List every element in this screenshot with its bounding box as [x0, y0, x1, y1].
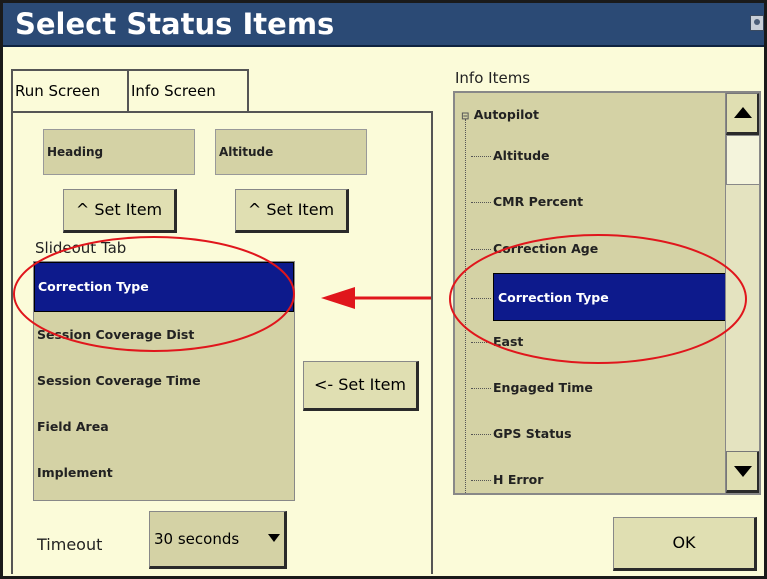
tree-item[interactable]: CMR Percent: [471, 194, 583, 209]
slideout-tab-label: Slideout Tab: [35, 239, 127, 257]
tab-run-screen[interactable]: Run Screen: [11, 69, 129, 111]
list-item[interactable]: Field Area: [34, 404, 294, 450]
list-item[interactable]: Session Coverage Time: [34, 358, 294, 404]
arrow-up-icon: [734, 107, 752, 118]
run-screen-panel: Heading Altitude ^ Set Item ^ Set Item S…: [11, 111, 433, 574]
list-item-selected[interactable]: Correction Type: [34, 262, 294, 312]
scroll-down-button[interactable]: [726, 451, 759, 493]
info-items-label: Info Items: [455, 69, 531, 87]
tree-connector: [465, 119, 466, 493]
tree-node-autopilot[interactable]: ⊟ Autopilot: [461, 107, 539, 122]
dialog-content: Run Screen Info Screen Heading Altitude …: [3, 49, 764, 576]
status-slot-altitude[interactable]: Altitude: [215, 129, 367, 175]
ok-button[interactable]: OK: [613, 517, 757, 571]
tree-item[interactable]: H Error: [471, 472, 543, 487]
slideout-list[interactable]: Correction Type Session Coverage Dist Se…: [33, 261, 295, 501]
status-slot-heading[interactable]: Heading: [43, 129, 195, 175]
tree-scrollbar[interactable]: [725, 93, 759, 493]
list-item[interactable]: Implement: [34, 450, 294, 496]
tab-info-screen[interactable]: Info Screen: [127, 69, 249, 111]
timeout-value: 30 seconds: [154, 530, 240, 548]
set-item-button-right-slot[interactable]: ^ Set Item: [235, 189, 349, 233]
timeout-dropdown[interactable]: 30 seconds: [149, 511, 287, 569]
list-item[interactable]: Session Coverage Dist: [34, 312, 294, 358]
tree-item-selected[interactable]: Correction Type: [471, 273, 727, 321]
tree-item[interactable]: Engaged Time: [471, 380, 593, 395]
set-item-button-transfer[interactable]: <- Set Item: [303, 361, 419, 411]
set-item-button-left-slot[interactable]: ^ Set Item: [63, 189, 177, 233]
collapse-icon: ⊟: [461, 111, 470, 122]
camera-icon[interactable]: [750, 15, 764, 31]
title-bar: Select Status Items: [3, 3, 764, 47]
tree-item[interactable]: Correction Age: [471, 241, 598, 256]
scrollbar-thumb[interactable]: [726, 135, 759, 185]
timeout-label: Timeout: [37, 535, 103, 554]
scroll-up-button[interactable]: [726, 93, 759, 135]
chevron-down-icon: [268, 534, 280, 542]
tree-item[interactable]: GPS Status: [471, 426, 572, 441]
tree-item[interactable]: Altitude: [471, 148, 550, 163]
dialog-window: Select Status Items Run Screen Info Scre…: [0, 0, 767, 579]
window-title: Select Status Items: [15, 7, 335, 41]
tree-item[interactable]: East: [471, 334, 523, 349]
info-items-tree[interactable]: ⊟ Autopilot Altitude CMR Percent Correct…: [453, 91, 761, 495]
arrow-down-icon: [734, 466, 752, 477]
